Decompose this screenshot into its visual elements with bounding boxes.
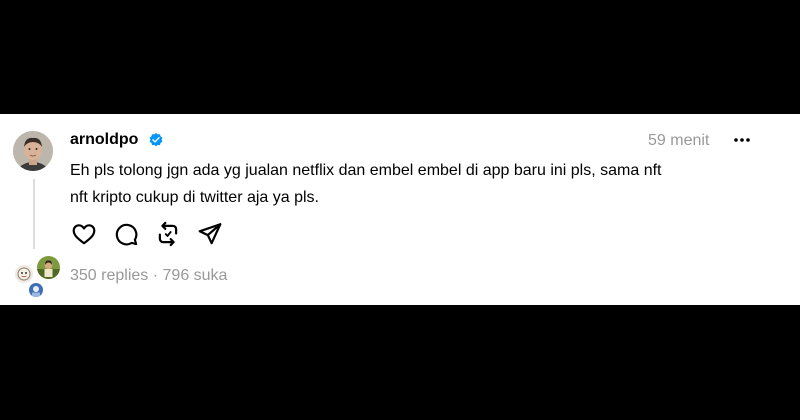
thread-line [33,179,35,249]
share-button[interactable] [196,220,224,248]
action-bar [70,220,238,248]
post-timestamp: 59 menit [648,132,710,149]
heart-icon [72,224,96,245]
post-text-line-1: Eh pls tolong jgn ada yg jualan netflix … [70,162,662,179]
post-card: arnoldpo 59 menit Eh pls tolong jgn ada … [0,114,800,305]
replier-avatar-2[interactable] [37,256,60,279]
replies-count[interactable]: 350 replies [70,267,148,284]
replier-avatar-3[interactable] [29,283,43,297]
comment-icon [115,223,138,246]
likes-count[interactable]: 796 suka [163,267,228,284]
username[interactable]: arnoldpo [70,130,138,150]
more-options-icon[interactable] [732,130,752,150]
repost-icon [158,221,178,247]
verified-badge-icon [149,133,163,147]
share-icon [198,223,222,245]
like-button[interactable] [70,220,98,248]
replier-avatar-1[interactable] [15,265,33,283]
repost-button[interactable] [154,220,182,248]
post-stats: 350 replies · 796 suka [70,266,227,286]
stats-separator: · [152,267,159,284]
post-text: Eh pls tolong jgn ada yg jualan netflix … [70,157,770,211]
post-text-line-2: nft kripto cukup di twitter aja ya pls. [70,189,319,206]
reply-button[interactable] [112,220,140,248]
author-avatar[interactable] [13,131,53,171]
